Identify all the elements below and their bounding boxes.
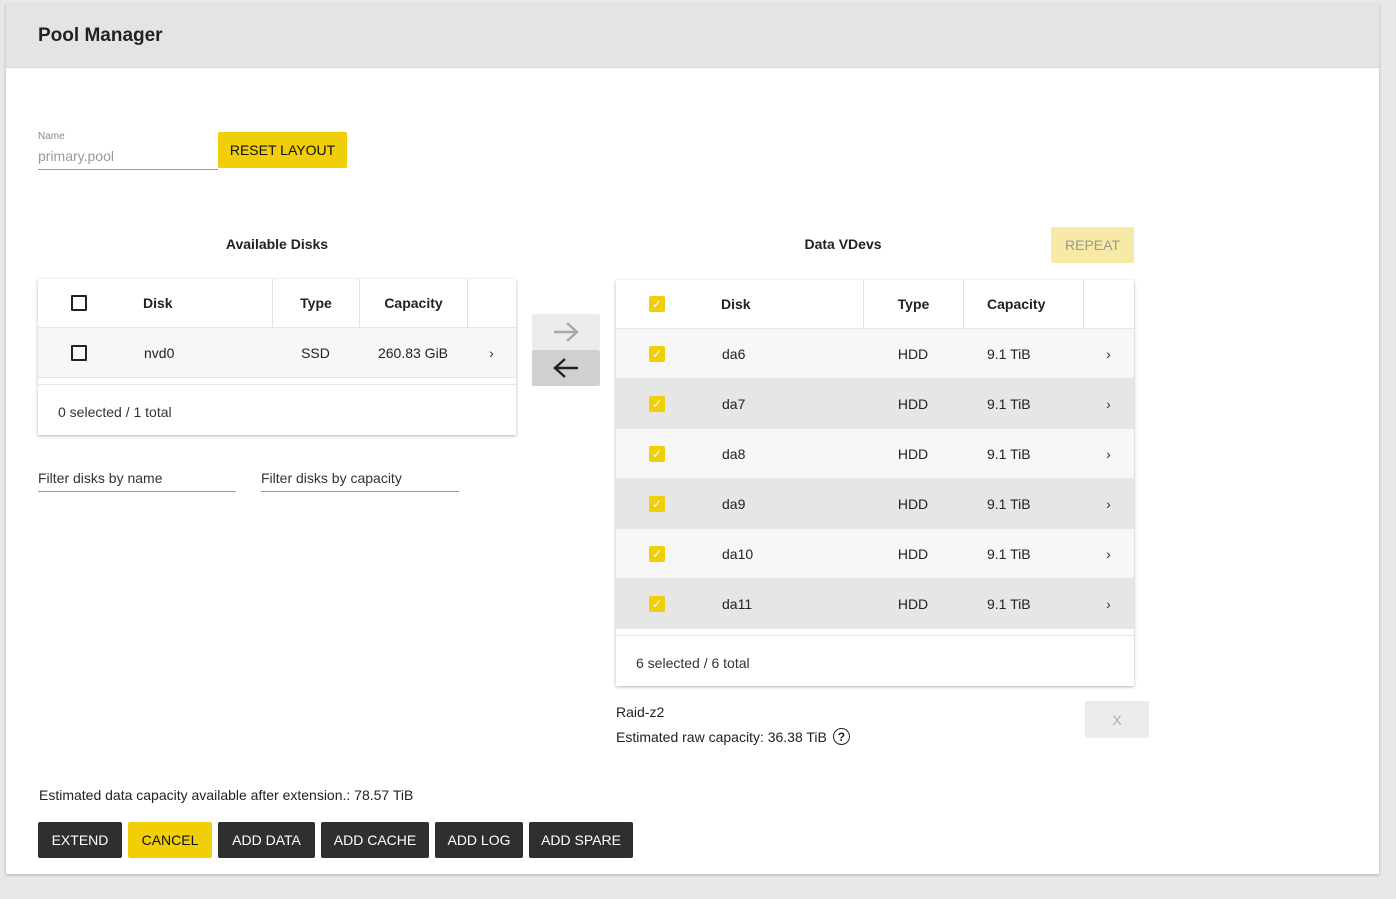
- vdev-rows: ✓ da6 HDD 9.1 TiB › ✓ da7 HDD 9.1 TiB › ✓ da8 HDD 9.1…: [616, 329, 1134, 629]
- help-icon[interactable]: ?: [832, 728, 850, 745]
- table-row[interactable]: ✓ da8 HDD 9.1 TiB ›: [616, 429, 1134, 479]
- select-all-checkbox[interactable]: [71, 295, 87, 311]
- arrow-right-icon: [554, 322, 579, 342]
- filter-name-input[interactable]: [38, 466, 236, 492]
- arrow-left-icon: [553, 358, 578, 378]
- chevron-right-icon[interactable]: ›: [1106, 446, 1111, 462]
- disk-capacity: 9.1 TiB: [987, 595, 1031, 612]
- data-vdevs-table: ✓ Disk Type Capacity ✓ da6 HDD 9.1 TiB › ✓ da7…: [616, 280, 1134, 686]
- row-checkbox[interactable]: [71, 344, 87, 361]
- table-header-row: ✓ Disk Type Capacity: [616, 280, 1134, 329]
- table-row[interactable]: ✓ da9 HDD 9.1 TiB ›: [616, 479, 1134, 529]
- page-title: Pool Manager: [38, 24, 163, 46]
- row-checkbox[interactable]: ✓: [649, 595, 665, 612]
- disk-type: HDD: [897, 395, 929, 412]
- table-row[interactable]: ✓ da6 HDD 9.1 TiB ›: [616, 329, 1134, 379]
- vdev-layout-label: Raid-z2: [616, 704, 665, 720]
- reset-layout-button[interactable]: RESET LAYOUT: [218, 132, 347, 168]
- row-checkbox[interactable]: ✓: [649, 495, 665, 512]
- disk-capacity: 9.1 TiB: [987, 395, 1031, 412]
- table-row[interactable]: ✓ da7 HDD 9.1 TiB ›: [616, 379, 1134, 429]
- table-header-row: Disk Type Capacity: [38, 279, 516, 328]
- column-header-disk[interactable]: Disk: [120, 279, 272, 327]
- extend-button[interactable]: EXTEND: [38, 822, 122, 858]
- disk-name: da7: [722, 395, 746, 412]
- filter-capacity-input[interactable]: [261, 466, 459, 492]
- add-log-button[interactable]: ADD LOG: [435, 822, 523, 858]
- data-vdevs-title: Data VDevs: [804, 236, 882, 252]
- row-checkbox[interactable]: ✓: [649, 445, 665, 462]
- row-checkbox[interactable]: ✓: [649, 395, 665, 412]
- chevron-right-icon[interactable]: ›: [1106, 346, 1111, 362]
- row-checkbox[interactable]: ✓: [649, 545, 665, 562]
- remove-vdev-button[interactable]: X: [1085, 701, 1149, 738]
- disk-type: HDD: [897, 445, 929, 462]
- disk-name: da10: [722, 545, 754, 562]
- disk-name: da9: [722, 495, 746, 512]
- column-header-type[interactable]: Type: [272, 279, 359, 327]
- cancel-button[interactable]: CANCEL: [128, 822, 212, 858]
- raw-capacity-text: Estimated raw capacity: 36.38 TiB: [616, 728, 827, 745]
- chevron-right-icon[interactable]: ›: [1106, 496, 1111, 512]
- column-header-capacity[interactable]: Capacity: [963, 280, 1083, 328]
- disk-type: SSD: [301, 344, 330, 361]
- column-header-disk[interactable]: Disk: [698, 280, 863, 328]
- add-spare-button[interactable]: ADD SPARE: [529, 822, 633, 858]
- chevron-right-icon[interactable]: ›: [1106, 396, 1111, 412]
- pool-name-input[interactable]: [38, 142, 218, 170]
- row-checkbox[interactable]: ✓: [649, 345, 665, 362]
- disk-capacity: 9.1 TiB: [987, 495, 1031, 512]
- disk-name: nvd0: [144, 344, 175, 361]
- chevron-right-icon[interactable]: ›: [1106, 546, 1111, 562]
- disk-capacity: 9.1 TiB: [987, 345, 1031, 362]
- disk-name: da11: [722, 595, 753, 612]
- add-data-button[interactable]: ADD DATA: [218, 822, 315, 858]
- table-row[interactable]: ✓ da10 HDD 9.1 TiB ›: [616, 529, 1134, 579]
- pool-name-label: Name: [38, 131, 65, 142]
- disk-name: da8: [722, 445, 746, 462]
- disk-capacity: 9.1 TiB: [987, 545, 1031, 562]
- available-disks-title: Available Disks: [225, 236, 329, 252]
- pool-name-field: Name: [38, 131, 218, 170]
- move-left-button[interactable]: [532, 350, 600, 386]
- column-header-capacity[interactable]: Capacity: [359, 279, 467, 327]
- add-cache-button[interactable]: ADD CACHE: [321, 822, 429, 858]
- disk-type: HDD: [897, 545, 929, 562]
- card-header: Pool Manager: [6, 4, 1379, 68]
- table-footer: 6 selected / 6 total: [616, 635, 1134, 690]
- available-disks-table: Disk Type Capacity nvd0 SSD 260.83 GiB ›…: [38, 279, 516, 435]
- disk-capacity: 260.83 GiB: [377, 344, 449, 361]
- raw-capacity-row: Estimated raw capacity: 36.38 TiB ?: [616, 728, 850, 745]
- disk-name: da6: [722, 345, 746, 362]
- column-header-type[interactable]: Type: [863, 280, 963, 328]
- table-row[interactable]: nvd0 SSD 260.83 GiB ›: [38, 328, 516, 378]
- repeat-button[interactable]: REPEAT: [1051, 227, 1134, 263]
- disk-type: HDD: [897, 495, 929, 512]
- action-bar: EXTEND CANCEL ADD DATA ADD CACHE ADD LOG…: [38, 822, 633, 858]
- pool-manager-card: Pool Manager Name RESET LAYOUT Available…: [6, 4, 1379, 874]
- disk-type: HDD: [897, 595, 929, 612]
- chevron-right-icon[interactable]: ›: [489, 345, 494, 361]
- estimated-capacity-text: Estimated data capacity available after …: [39, 787, 414, 803]
- disk-capacity: 9.1 TiB: [987, 445, 1031, 462]
- move-right-button[interactable]: [532, 314, 600, 350]
- select-all-checkbox[interactable]: ✓: [649, 296, 665, 312]
- table-row[interactable]: ✓ da11 HDD 9.1 TiB ›: [616, 579, 1134, 629]
- table-footer: 0 selected / 1 total: [38, 384, 516, 439]
- disk-type: HDD: [897, 345, 929, 362]
- chevron-right-icon[interactable]: ›: [1106, 596, 1111, 612]
